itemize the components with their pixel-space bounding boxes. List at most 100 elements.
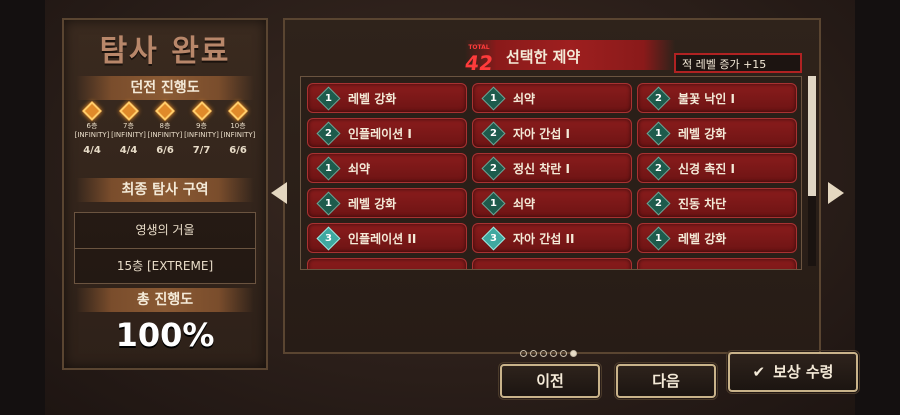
tier-number: 2 <box>490 163 497 174</box>
floor-gem-icon <box>155 101 175 121</box>
exploration-summary-panel: 탐사 완료 던전 진행도 6층 [INFINITY] 4/4 7층 [INFIN… <box>62 18 268 370</box>
constraint-card[interactable]: 3 인플레이션 II <box>307 223 467 253</box>
constraint-label: 정신 착란 I <box>513 162 570 176</box>
tier-number: 1 <box>490 93 497 104</box>
constraint-card-partial[interactable] <box>472 258 632 269</box>
floor-progress-item: 6층 [INFINITY] 4/4 <box>74 101 110 172</box>
floor-name: 9층 [INFINITY] <box>184 122 219 139</box>
floor-name: 10층 [INFINITY] <box>220 122 256 139</box>
tier-diamond-icon: 2 <box>316 121 341 146</box>
tier-diamond-icon: 1 <box>481 191 506 216</box>
panel-title: 탐사 완료 <box>99 34 231 69</box>
previous-button[interactable]: 이전 <box>498 362 602 400</box>
floor-progress-item: 8층 [INFINITY] 6/6 <box>147 101 183 172</box>
constraints-list[interactable]: 1 레벨 강화 1 쇠약 2 불꽃 낙인 I 2 인플레이션 I 2 자아 간섭 I 1 레… <box>300 76 802 270</box>
constraint-card-partial[interactable] <box>637 258 797 269</box>
constraint-card[interactable]: 1 레벨 강화 <box>637 118 797 148</box>
floor-name: 7층 [INFINITY] <box>111 122 146 139</box>
constraint-card-partial[interactable] <box>307 258 467 269</box>
constraint-label: 레벨 강화 <box>678 232 727 246</box>
tier-number: 1 <box>655 128 662 139</box>
constraint-card[interactable]: 1 쇠약 <box>472 83 632 113</box>
tier-diamond-icon: 2 <box>481 156 506 181</box>
constraints-grid: 1 레벨 강화 1 쇠약 2 불꽃 낙인 I 2 인플레이션 I 2 자아 간섭 I 1 레… <box>307 83 797 269</box>
tier-number: 1 <box>490 198 497 209</box>
constraint-card[interactable]: 2 정신 착란 I <box>472 153 632 183</box>
floor-progress-item: 9층 [INFINITY] 7/7 <box>184 101 220 172</box>
floor-progress-item: 7층 [INFINITY] 4/4 <box>111 101 147 172</box>
prev-page-arrow-icon[interactable] <box>271 182 287 204</box>
tier-number: 2 <box>325 128 332 139</box>
tier-number: 1 <box>325 93 332 104</box>
constraint-label: 레벨 강화 <box>348 197 397 211</box>
tier-number: 2 <box>655 93 662 104</box>
claim-reward-label: 보상 수령 <box>773 363 834 381</box>
constraint-label: 자아 간섭 II <box>513 232 575 246</box>
tier-diamond-icon: 1 <box>481 86 506 111</box>
check-icon: ✔ <box>752 363 766 381</box>
constraint-card[interactable]: 1 레벨 강화 <box>307 188 467 218</box>
final-zone-banner: 최종 탐사 구역 <box>76 178 254 202</box>
constraint-label: 진동 차단 <box>678 197 727 211</box>
page-dot[interactable] <box>550 350 557 357</box>
floor-progress: 4/4 <box>119 145 138 156</box>
dungeon-progress-banner: 던전 진행도 <box>76 76 254 100</box>
next-button[interactable]: 다음 <box>614 362 718 400</box>
floor-progress: 6/6 <box>156 145 174 156</box>
constraint-card[interactable]: 1 쇠약 <box>472 188 632 218</box>
constraint-label: 레벨 강화 <box>348 92 397 106</box>
constraint-card[interactable]: 2 신경 촉진 I <box>637 153 797 183</box>
tier-number: 2 <box>655 198 662 209</box>
background-edge-right <box>855 0 900 415</box>
constraint-label: 쇠약 <box>513 92 536 106</box>
floor-progress: 7/7 <box>192 145 211 156</box>
total-seal: TOTAL 42 <box>463 44 495 75</box>
tier-number: 1 <box>655 233 662 244</box>
constraint-card[interactable]: 2 진동 차단 <box>637 188 797 218</box>
page-dot[interactable] <box>520 350 527 357</box>
constraint-label: 인플레이션 I <box>348 127 412 141</box>
floor-progress-list: 6층 [INFINITY] 4/4 7층 [INFINITY] 4/4 8층 [… <box>74 101 256 172</box>
floor-progress-item: 10층 [INFINITY] 6/6 <box>220 101 256 172</box>
constraint-card[interactable]: 2 자아 간섭 I <box>472 118 632 148</box>
floor-gem-icon <box>228 101 248 121</box>
scrollbar-thumb[interactable] <box>808 76 816 196</box>
seal-number: 42 <box>463 51 495 75</box>
tier-diamond-icon: 1 <box>316 86 341 111</box>
tier-diamond-icon: 2 <box>646 86 671 111</box>
constraint-label: 쇠약 <box>513 197 536 211</box>
constraint-label: 신경 촉진 I <box>678 162 735 176</box>
tier-diamond-icon: 1 <box>646 226 671 251</box>
tier-number: 3 <box>325 233 332 244</box>
total-progress-value: 100% <box>115 316 215 354</box>
floor-name: 8층 [INFINITY] <box>147 122 183 139</box>
floor-gem-icon <box>191 101 212 121</box>
constraint-card[interactable]: 2 불꽃 낙인 I <box>637 83 797 113</box>
background-edge-left <box>0 0 45 415</box>
next-page-arrow-icon[interactable] <box>828 182 844 204</box>
floor-gem-icon <box>118 101 139 121</box>
floor-name: 6층 [INFINITY] <box>74 122 110 139</box>
tier-number: 1 <box>325 163 332 174</box>
constraint-card[interactable]: 2 인플레이션 I <box>307 118 467 148</box>
constraint-card[interactable]: 1 쇠약 <box>307 153 467 183</box>
constraint-card[interactable]: 1 레벨 강화 <box>307 83 467 113</box>
floor-gem-icon <box>82 101 102 121</box>
tier-diamond-icon: 1 <box>646 121 671 146</box>
page-dot[interactable] <box>540 350 547 357</box>
tier-diamond-icon: 1 <box>316 191 341 216</box>
total-progress-banner: 총 진행도 <box>76 288 254 312</box>
claim-reward-button[interactable]: ✔ 보상 수령 <box>726 350 860 394</box>
page-dot-active[interactable] <box>570 350 577 357</box>
tier-diamond-icon: 2 <box>481 121 506 146</box>
enemy-level-bonus: 적 레벨 증가 +15 <box>674 53 802 73</box>
page-dot[interactable] <box>530 350 537 357</box>
tier-diamond-icon: 1 <box>316 156 341 181</box>
tier-number: 2 <box>655 163 662 174</box>
tier-number: 2 <box>490 128 497 139</box>
constraints-title: 선택한 제약 <box>506 48 581 66</box>
constraint-card[interactable]: 1 레벨 강화 <box>637 223 797 253</box>
constraint-card[interactable]: 3 자아 간섭 II <box>472 223 632 253</box>
page-dot[interactable] <box>560 350 567 357</box>
constraints-scrollbar[interactable] <box>808 76 816 266</box>
